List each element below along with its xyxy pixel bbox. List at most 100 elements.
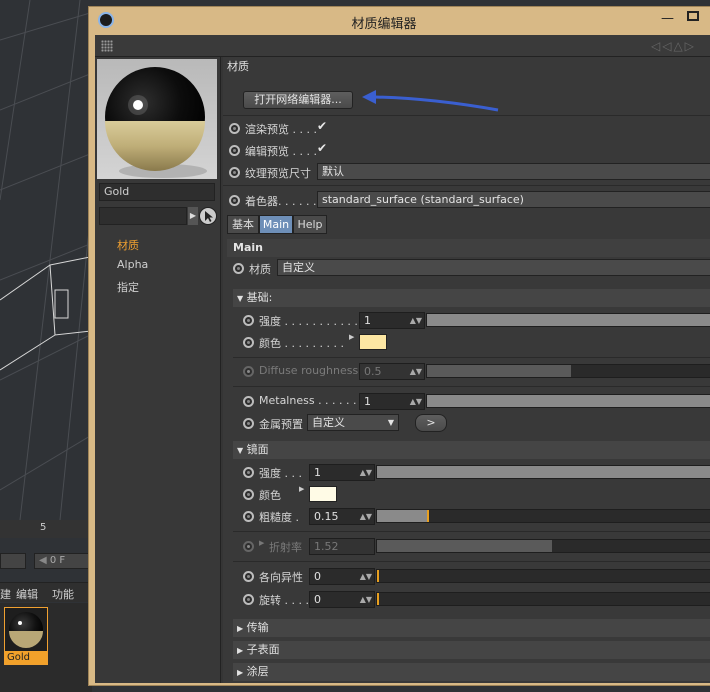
base-strength-field[interactable]: 1 ▲▼ <box>359 312 425 329</box>
menu-function[interactable]: 功能 <box>52 586 74 602</box>
rotation-radio[interactable] <box>243 594 254 605</box>
diffuse-roughness-field[interactable]: 0.5 ▲▼ <box>359 363 425 380</box>
annotation-arrow-icon <box>362 90 499 112</box>
transmission-section-title: 传输 <box>246 621 269 634</box>
render-preview-radio[interactable] <box>229 123 240 134</box>
menu-edit[interactable]: 编辑 <box>16 586 38 602</box>
editor-preview-checkbox[interactable]: ✔ <box>317 141 327 155</box>
anisotropy-field[interactable]: 0 ▲▼ <box>309 568 375 585</box>
coat-section-header[interactable]: ▶ 涂层 <box>233 663 710 681</box>
channel-alpha[interactable]: Alpha <box>117 258 148 271</box>
specular-roughness-field[interactable]: 0.15 ▲▼ <box>309 508 375 525</box>
metal-preset-radio[interactable] <box>243 418 254 429</box>
base-strength-radio[interactable] <box>243 315 254 326</box>
base-color-swatch[interactable] <box>359 334 387 350</box>
material-thumb-gold[interactable]: Gold <box>4 607 48 665</box>
expand-triangle-icon[interactable]: ▶ <box>299 485 304 493</box>
current-frame-field[interactable]: ◀ 0 F <box>34 553 92 569</box>
material-preview[interactable] <box>97 59 217 179</box>
metalness-field[interactable]: 1 ▲▼ <box>359 393 425 410</box>
specular-color-radio[interactable] <box>243 489 254 500</box>
specular-color-label: 颜色 <box>259 489 281 502</box>
anisotropy-label: 各向异性 <box>259 571 303 584</box>
texture-preview-size-radio[interactable] <box>229 167 240 178</box>
tab-main[interactable]: Main <box>259 215 293 234</box>
pick-cursor-icon[interactable] <box>199 207 217 225</box>
specular-strength-field[interactable]: 1 ▲▼ <box>309 464 375 481</box>
rotation-slider[interactable] <box>376 592 710 606</box>
slider-fill <box>377 540 553 552</box>
slider-fill <box>427 314 710 326</box>
material-preset-dropdown[interactable]: 自定义 <box>277 259 710 276</box>
material-preset-radio[interactable] <box>233 263 244 274</box>
viewport-grid <box>0 0 100 520</box>
metal-preset-label: 金属预置 <box>259 418 303 431</box>
metalness-slider[interactable] <box>426 394 710 408</box>
channel-assign[interactable]: 指定 <box>117 279 139 295</box>
coat-section-title: 涂层 <box>246 665 269 678</box>
base-section-header[interactable]: ▼ 基础: <box>233 289 710 307</box>
expand-triangle-icon[interactable]: ▶ <box>349 333 354 341</box>
metalness-label: Metalness . . . . . . . <box>259 394 364 407</box>
expand-triangle-icon[interactable]: ▶ <box>259 539 264 547</box>
specular-roughness-radio[interactable] <box>243 511 254 522</box>
slider-fill <box>377 466 710 478</box>
diffuse-roughness-radio[interactable] <box>243 366 254 377</box>
spinner-icon[interactable]: ▲▼ <box>360 592 372 607</box>
spinner-icon[interactable]: ▲▼ <box>410 313 422 328</box>
anisotropy-slider[interactable] <box>376 569 710 583</box>
divider <box>233 561 710 562</box>
diffuse-roughness-slider[interactable] <box>426 364 710 378</box>
subsurface-section-header[interactable]: ▶ 子表面 <box>233 641 710 659</box>
minimize-button[interactable]: — <box>661 11 675 26</box>
ior-radio[interactable] <box>243 541 254 552</box>
anisotropy-radio[interactable] <box>243 571 254 582</box>
metalness-radio[interactable] <box>243 396 254 407</box>
metal-preset-apply-button[interactable]: > <box>415 414 447 432</box>
slider-fill <box>427 365 571 377</box>
texture-preview-size-dropdown[interactable]: 默认 <box>317 163 710 180</box>
channel-material[interactable]: 材质 <box>117 237 139 253</box>
shader-radio[interactable] <box>229 195 240 206</box>
shader-dropdown[interactable]: standard_surface (standard_surface) <box>317 191 710 208</box>
channel-search-field[interactable] <box>99 207 187 225</box>
tab-help[interactable]: Help <box>293 215 327 234</box>
ior-field[interactable]: 1.52 <box>309 538 375 555</box>
spinner-icon[interactable]: ▲▼ <box>360 509 372 524</box>
frame-spinner-left[interactable] <box>0 553 26 569</box>
material-name-field[interactable]: Gold <box>99 183 215 201</box>
texture-preview-size-label: 纹理预览尺寸 <box>245 167 311 180</box>
spinner-icon[interactable]: ▲▼ <box>410 394 422 409</box>
specular-strength-radio[interactable] <box>243 467 254 478</box>
channel-panel: Gold ▶ 材质 Alpha 指定 <box>95 57 221 683</box>
collapse-arrow-icon: ▼ <box>237 446 244 455</box>
ior-slider[interactable] <box>376 539 710 553</box>
base-strength-slider[interactable] <box>426 313 710 327</box>
base-color-radio[interactable] <box>243 337 254 348</box>
metal-preset-dropdown[interactable]: 自定义 ▼ <box>307 414 399 431</box>
specular-color-swatch[interactable] <box>309 486 337 502</box>
specular-roughness-slider[interactable] <box>376 509 710 523</box>
spinner-icon[interactable]: ▲▼ <box>360 569 372 584</box>
channel-arrow-icon[interactable]: ▶ <box>188 207 198 225</box>
history-arrows-icon[interactable]: ◁◁△▷ <box>651 39 696 53</box>
specular-strength-slider[interactable] <box>376 465 710 479</box>
tab-basic[interactable]: 基本 <box>227 215 259 234</box>
ior-label: 折射率 <box>269 541 302 554</box>
timeline-ruler[interactable]: 5 <box>0 520 92 538</box>
transmission-section-header[interactable]: ▶ 传输 <box>233 619 710 637</box>
material-thumb-label: Gold <box>5 651 47 664</box>
editor-preview-radio[interactable] <box>229 145 240 156</box>
panel-grip-icon[interactable] <box>101 40 113 52</box>
title-bar[interactable]: 材质编辑器 — <box>89 7 710 35</box>
gold-sphere-thumb-icon <box>9 612 43 648</box>
maximize-button[interactable] <box>687 11 699 21</box>
render-preview-checkbox[interactable]: ✔ <box>317 119 327 133</box>
specular-section-header[interactable]: ▼ 镜面 <box>233 441 710 459</box>
editor-preview-label: 编辑预览 . . . . <box>245 145 317 158</box>
open-node-editor-button[interactable]: 打开网络编辑器... <box>243 91 353 109</box>
rotation-field[interactable]: 0 ▲▼ <box>309 591 375 608</box>
spinner-icon[interactable]: ▲▼ <box>410 364 422 379</box>
menu-create[interactable]: 建 <box>0 586 11 602</box>
spinner-icon[interactable]: ▲▼ <box>360 465 372 480</box>
